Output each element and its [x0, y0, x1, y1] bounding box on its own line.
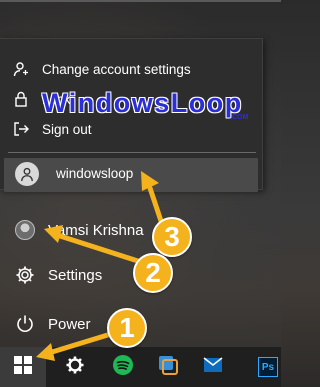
power-button[interactable]: Power: [0, 306, 210, 342]
other-user-label: windowsloop: [56, 166, 134, 181]
settings-button[interactable]: Settings: [0, 257, 210, 293]
sign-out-item[interactable]: Sign out: [0, 116, 263, 142]
user-avatar-icon: [15, 162, 39, 186]
change-account-settings-label: Change account settings: [42, 61, 191, 77]
windows-start-button[interactable]: [0, 347, 46, 387]
power-label: Power: [48, 315, 91, 333]
callout-three: 3: [152, 217, 192, 257]
top-divider: [0, 0, 281, 2]
spotify-icon: [112, 354, 134, 381]
callout-one: 1: [107, 308, 147, 348]
sign-out-label: Sign out: [42, 121, 92, 137]
watermark-com-suffix: .COM: [230, 114, 249, 121]
snip-tool-icon: [157, 354, 179, 381]
menu-separator: [8, 152, 256, 153]
lock-icon: [12, 90, 30, 108]
taskbar: Ps: [0, 347, 281, 387]
gear-icon: [14, 264, 36, 286]
photoshop-taskbar-button[interactable]: Ps: [248, 347, 288, 387]
windowsloop-watermark: WindowsLoop: [42, 88, 243, 118]
settings-taskbar-button[interactable]: [55, 347, 95, 387]
outlook-mail-icon: [202, 354, 224, 381]
photoshop-label: Ps: [261, 361, 275, 373]
outlook-taskbar-button[interactable]: [193, 347, 233, 387]
callout-two: 2: [133, 253, 173, 293]
other-user-item-windowsloop[interactable]: windowsloop: [4, 158, 258, 192]
change-account-settings-icon: [12, 60, 30, 78]
power-icon: [14, 313, 36, 335]
settings-gear-icon: [65, 355, 85, 380]
settings-label: Settings: [48, 266, 103, 284]
spotify-taskbar-button[interactable]: [103, 347, 143, 387]
sign-out-icon: [12, 120, 30, 138]
photoshop-icon: Ps: [258, 357, 278, 377]
snip-tool-taskbar-button[interactable]: [148, 347, 188, 387]
windows-start-icon: [14, 355, 32, 379]
profile-picture: [14, 219, 36, 241]
change-account-settings-item[interactable]: Change account settings: [0, 56, 263, 82]
user-name-label: Vamsi Krishna: [48, 221, 144, 239]
